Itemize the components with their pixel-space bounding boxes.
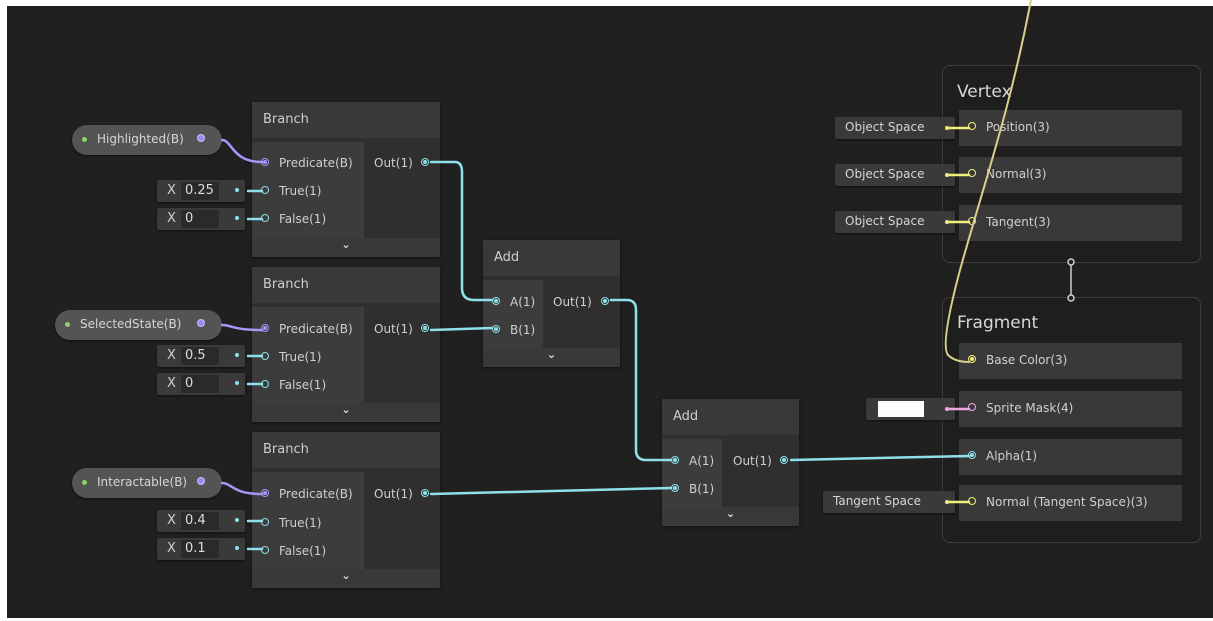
wire-highlighted-to-predicate bbox=[220, 138, 264, 164]
wire-branch2-to-add-b bbox=[429, 486, 673, 496]
wire-color-to-base-color bbox=[944, 0, 1032, 363]
wire-branch0-to-add-a bbox=[429, 160, 494, 302]
wire-interactable-to-predicate bbox=[220, 481, 264, 496]
wire-add0-to-add-a bbox=[609, 298, 673, 462]
connection-wires bbox=[220, 0, 1075, 551]
flow-connector bbox=[1067, 258, 1075, 302]
wire-selected-to-predicate bbox=[220, 323, 264, 332]
wire-add-to-alpha bbox=[789, 454, 971, 462]
wire-branch1-to-add-b bbox=[429, 326, 494, 332]
